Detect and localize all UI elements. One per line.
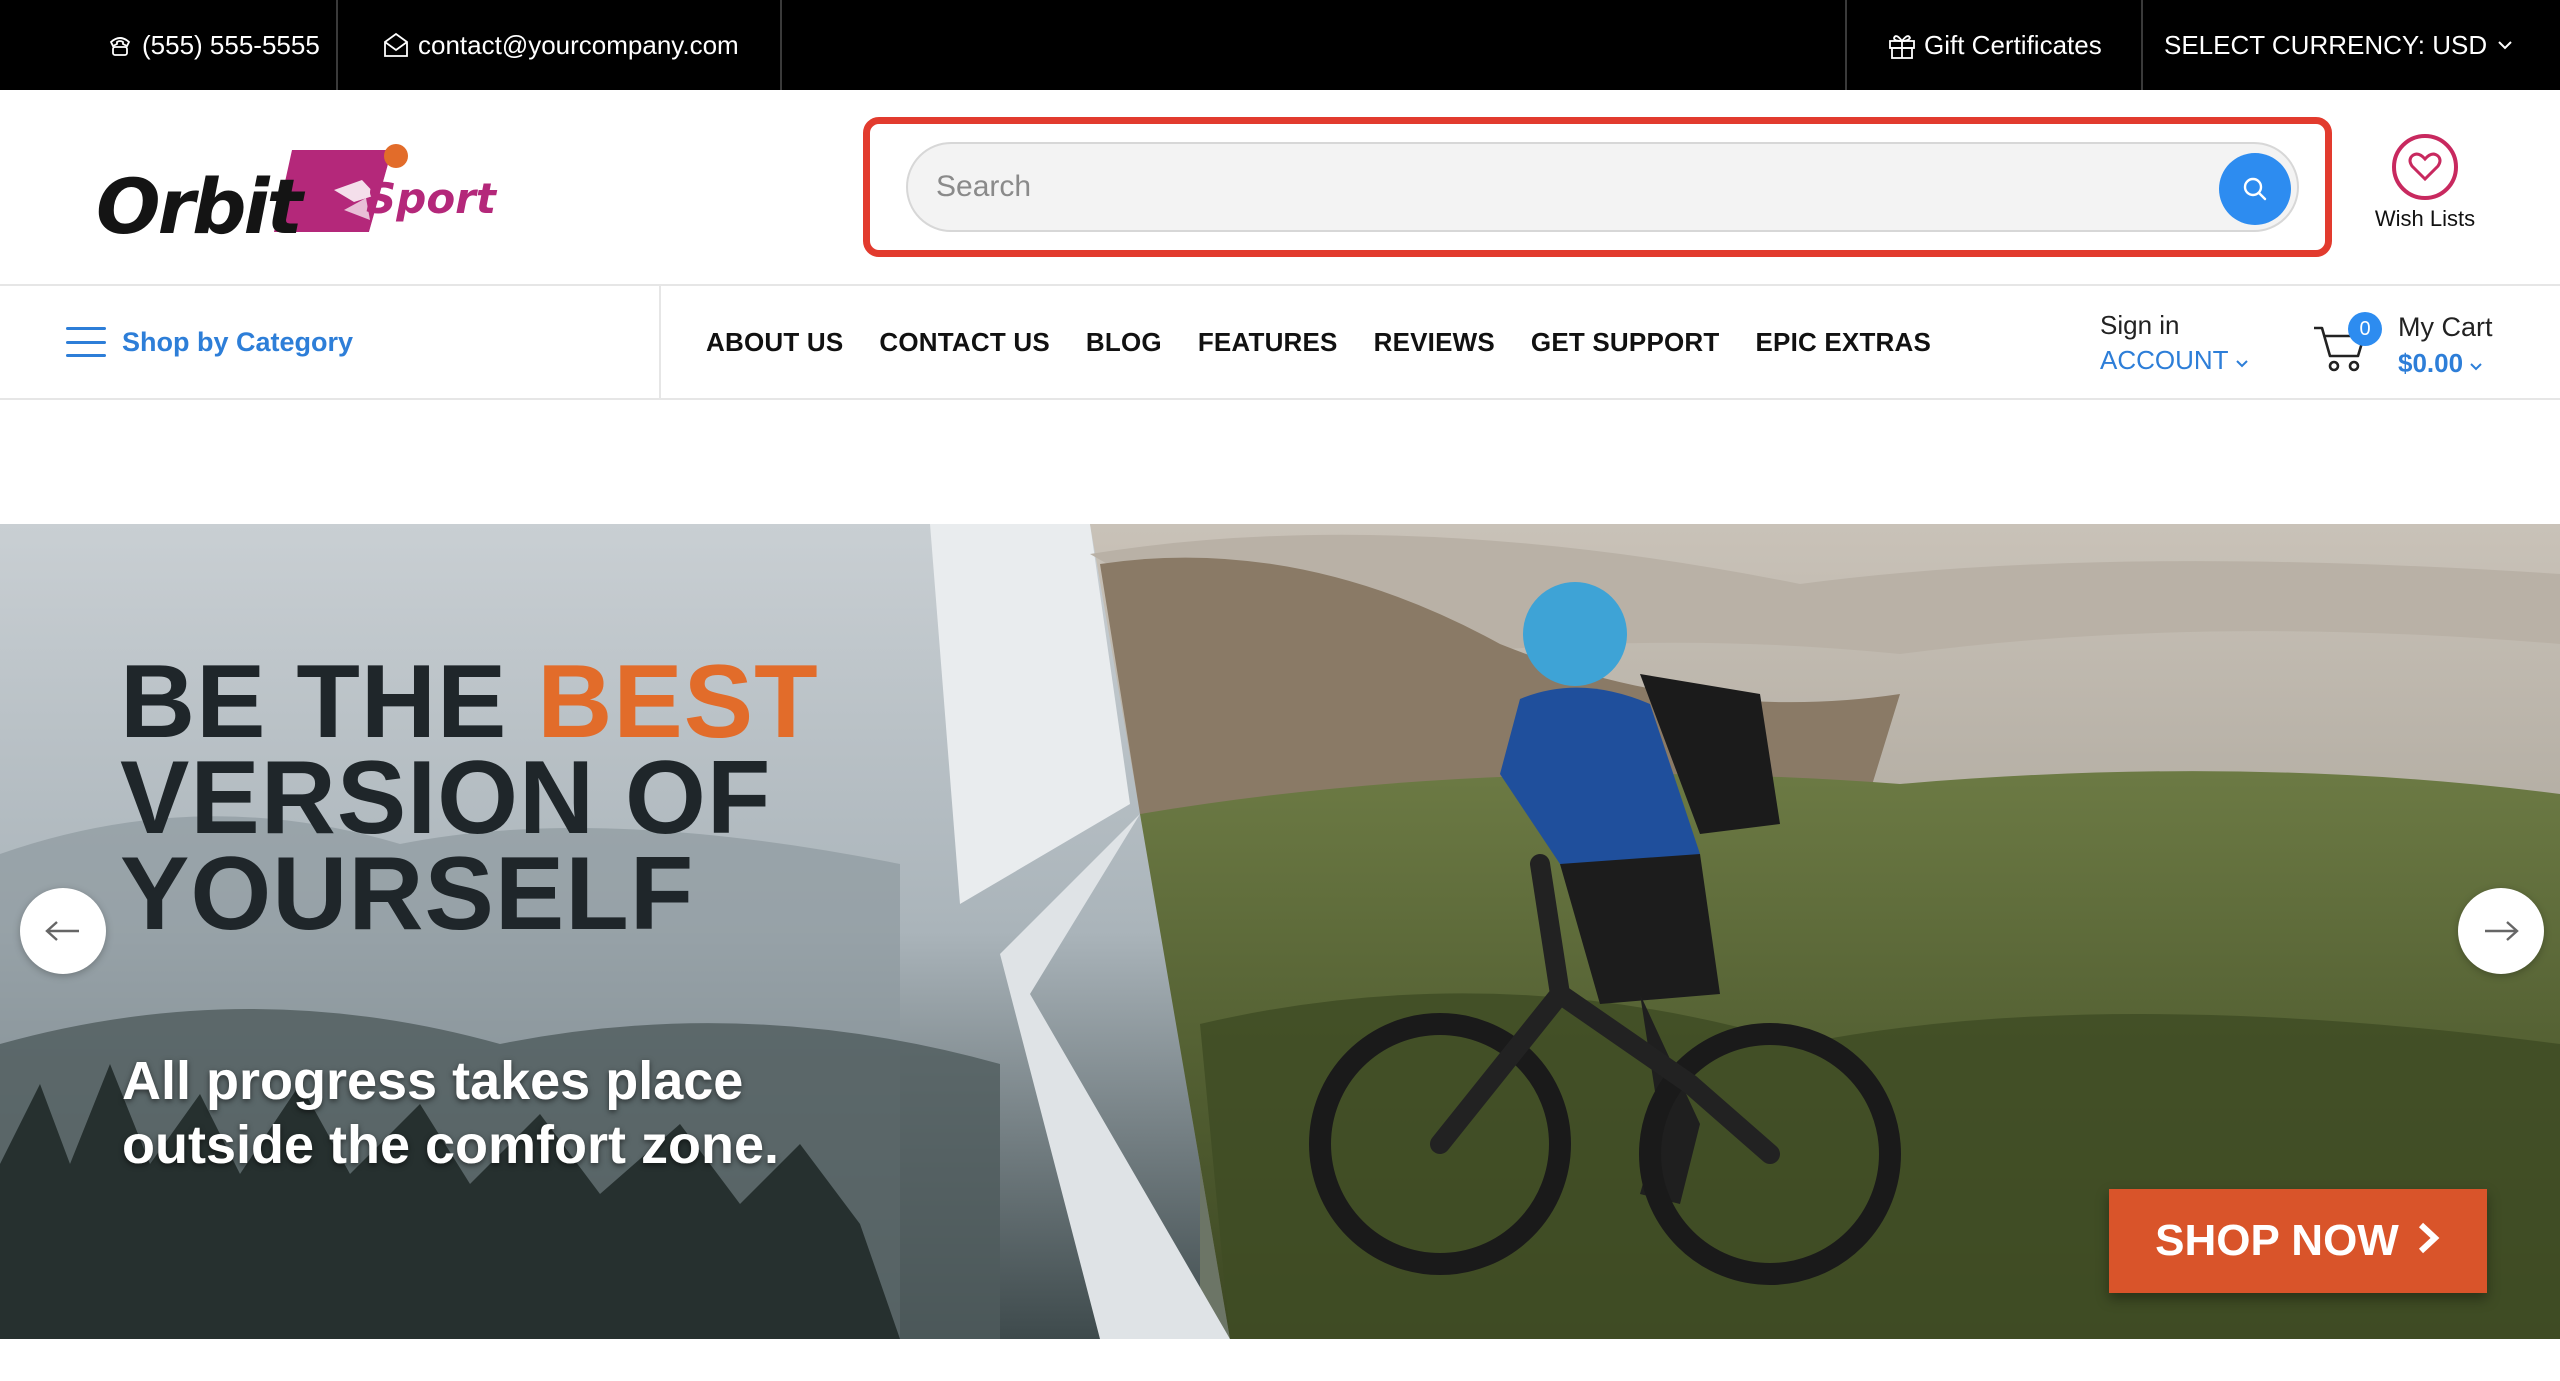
subtitle-line-2: outside the comfort zone.	[122, 1115, 780, 1175]
nav-item-epic-extras[interactable]: EPIC EXTRAS	[1755, 327, 1931, 358]
nav-menu: ABOUT US CONTACT US BLOG FEATURES REVIEW…	[706, 286, 1967, 398]
site-logo[interactable]: Orbit Sport	[96, 140, 496, 252]
gift-certificates-text[interactable]: Gift Certificates	[1924, 30, 2102, 61]
search-button[interactable]	[2219, 153, 2291, 225]
gift-icon	[1886, 29, 1918, 61]
arrow-right-icon	[2485, 921, 2519, 941]
phone-icon	[104, 29, 136, 61]
slider-prev-button[interactable]	[20, 888, 106, 974]
divider	[2141, 0, 2143, 90]
account-label: ACCOUNT	[2100, 345, 2229, 375]
headline-line-3: YOURSELF	[120, 836, 695, 952]
wishlist-link[interactable]: Wish Lists	[2360, 134, 2490, 244]
arrow-left-icon	[45, 921, 79, 941]
subtitle-line-1: All progress takes place	[122, 1051, 744, 1111]
hero-banner: BE THE BEST VERSION OF YOURSELF All prog…	[0, 524, 2560, 1339]
currency-selector[interactable]: SELECT CURRENCY: USD	[2164, 0, 2513, 90]
nav-item-contact-us[interactable]: CONTACT US	[879, 327, 1050, 358]
account-dropdown[interactable]: ACCOUNT	[2100, 345, 2260, 376]
cart-total: $0.00	[2398, 348, 2483, 379]
site-header: Orbit Sport Wish Lists	[0, 90, 2560, 284]
chevron-down-icon	[2235, 345, 2249, 376]
shop-now-label: SHOP NOW	[2155, 1216, 2399, 1265]
gift-certificates-link[interactable]: Gift Certificates	[1886, 0, 2102, 90]
shop-by-category-button[interactable]: Shop by Category	[66, 286, 353, 398]
cart-label: My Cart	[2398, 312, 2493, 342]
chevron-down-icon	[2497, 39, 2513, 51]
nav-item-blog[interactable]: BLOG	[1086, 327, 1162, 358]
envelope-icon	[380, 29, 412, 61]
currency-text[interactable]: SELECT CURRENCY: USD	[2164, 30, 2487, 61]
nav-item-features[interactable]: FEATURES	[1198, 327, 1338, 358]
main-nav: Shop by Category ABOUT US CONTACT US BLO…	[0, 284, 2560, 400]
headline-line-2: VERSION OF	[120, 740, 772, 856]
divider	[659, 286, 661, 398]
shop-now-button[interactable]: SHOP NOW	[2109, 1189, 2487, 1293]
nav-item-get-support[interactable]: GET SUPPORT	[1531, 327, 1720, 358]
email-link[interactable]: contact@yourcompany.com	[380, 0, 739, 90]
logo-word-sport: Sport	[366, 174, 496, 223]
search-input[interactable]	[936, 158, 2116, 216]
wishlist-label: Wish Lists	[2374, 206, 2476, 231]
heart-icon	[2392, 134, 2458, 200]
phone-text[interactable]: (555) 555-5555	[142, 30, 320, 61]
hero-headline: BE THE BEST VERSION OF YOURSELF	[120, 650, 819, 952]
cart-total-value: $0.00	[2398, 348, 2464, 378]
nav-item-about-us[interactable]: ABOUT US	[706, 327, 843, 358]
hero-subtitle: All progress takes place outside the com…	[122, 1049, 779, 1177]
cart-button[interactable]: 0 My Cart $0.00	[2312, 306, 2532, 386]
email-text[interactable]: contact@yourcompany.com	[418, 30, 739, 61]
phone-link[interactable]: (555) 555-5555	[104, 0, 320, 90]
chevron-right-icon	[2417, 1216, 2441, 1266]
shop-by-category-label: Shop by Category	[122, 326, 354, 357]
logo-word-orbit: Orbit	[96, 162, 303, 251]
hamburger-menu-icon	[66, 327, 106, 357]
divider	[336, 0, 338, 90]
cart-count-badge: 0	[2348, 312, 2382, 346]
slider-next-button[interactable]	[2458, 888, 2544, 974]
nav-item-reviews[interactable]: REVIEWS	[1374, 327, 1495, 358]
sign-in-label[interactable]: Sign in	[2100, 310, 2260, 341]
account-menu[interactable]: Sign in ACCOUNT	[2100, 310, 2260, 376]
search-icon	[2243, 177, 2267, 201]
divider	[780, 0, 782, 90]
divider	[1845, 0, 1847, 90]
top-bar: (555) 555-5555 contact@yourcompany.com G…	[0, 0, 2560, 90]
chevron-down-icon	[2469, 348, 2483, 379]
search-bar[interactable]	[906, 142, 2299, 232]
